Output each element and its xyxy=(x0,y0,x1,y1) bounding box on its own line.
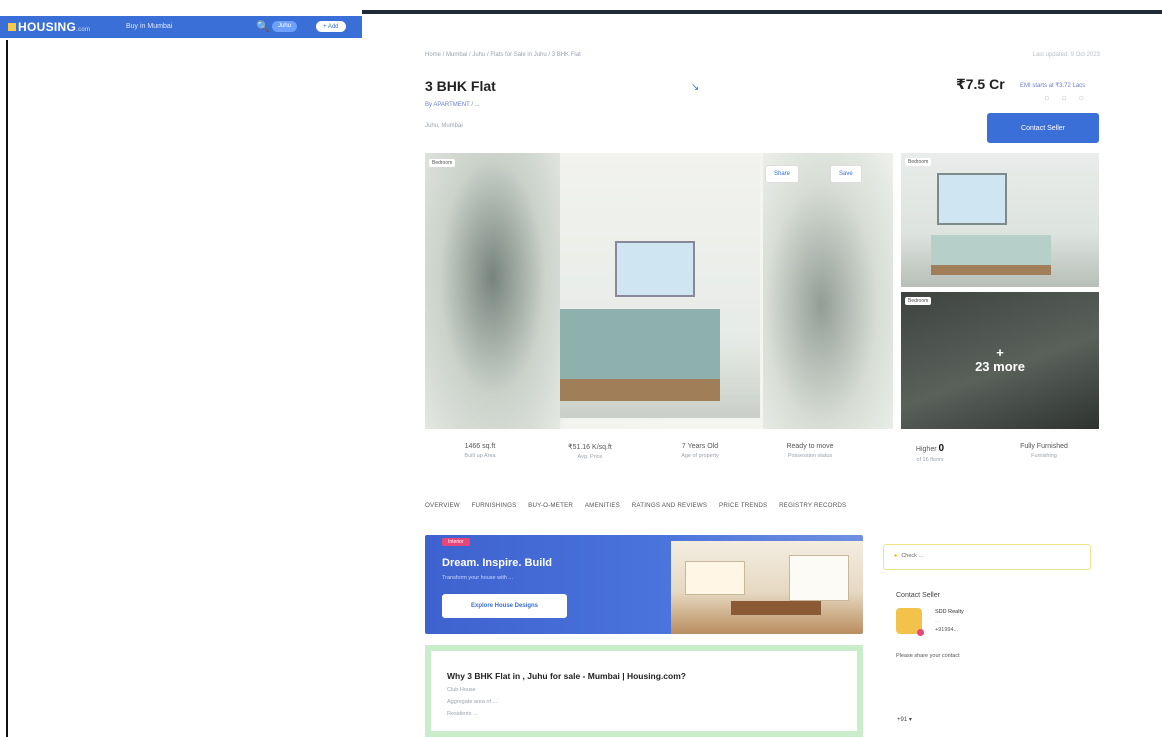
banner-image-window xyxy=(685,561,745,595)
city-selector[interactable]: Buy in Mumbai xyxy=(126,23,172,30)
more-count: 23 more xyxy=(975,359,1025,374)
tab-registry-records[interactable]: REGISTRY RECORDS xyxy=(779,502,846,509)
tab-overview[interactable]: OVERVIEW xyxy=(425,502,460,509)
search-icon[interactable]: 🔍 xyxy=(256,20,270,33)
add-location-chip[interactable]: + Add xyxy=(316,21,346,32)
seller-name: SDD Realty xyxy=(935,609,964,615)
listing-title: 3 BHK Flat xyxy=(425,78,496,94)
housing-logo[interactable]: HOUSING.com xyxy=(8,20,90,34)
blurred-photo-right xyxy=(763,153,893,429)
listing-byline[interactable]: By APARTMENT / ... xyxy=(425,102,480,108)
top-navbar: HOUSING.com Buy in Mumbai 🔍 Juhu + Add xyxy=(0,0,1162,40)
top-divider xyxy=(362,10,1162,14)
photo-tag: Bedroom xyxy=(429,159,456,167)
side-photo-top[interactable]: Bedroom xyxy=(901,153,1099,287)
room-bed xyxy=(931,235,1051,275)
stat-floor: Higher 0 of 16 floors xyxy=(915,443,945,463)
tab-amenities[interactable]: AMENITIES xyxy=(585,502,620,509)
stat-age: 7 Years Old Age of property xyxy=(681,443,719,459)
contact-prompt: Please share your contact xyxy=(896,653,960,659)
room-bed xyxy=(560,309,720,401)
seller-phone[interactable]: +91994... xyxy=(935,627,958,633)
gallery-save-button[interactable]: Save xyxy=(830,165,862,183)
listing-address: Juhu, Mumbai xyxy=(425,123,463,129)
why-section: Why 3 BHK Flat in , Juhu for sale - Mumb… xyxy=(425,645,863,737)
logo-mark-icon xyxy=(8,23,16,31)
listing-price: ₹7.5 Cr xyxy=(956,76,1005,92)
photo-tag: Bedroom xyxy=(905,297,932,305)
section-tabs: OVERVIEW FURNISHINGS BUY-O-METER AMENITI… xyxy=(425,502,1099,514)
info-dot-icon: ● xyxy=(894,553,898,559)
banner-badge: Interior xyxy=(442,538,470,546)
tab-price-trends[interactable]: PRICE TRENDS xyxy=(719,502,767,509)
more-photos-overlay[interactable]: + 23 more xyxy=(901,346,1099,374)
room-window xyxy=(937,173,1007,225)
main-photo[interactable]: Bedroom Share Save xyxy=(425,153,893,429)
breadcrumb[interactable]: Home / Mumbai / Juhu / Flats for Sale in… xyxy=(425,52,581,58)
banner-image xyxy=(671,541,863,634)
more-plus: + xyxy=(996,345,1004,360)
stat-furnishing: Fully Furnished Furnishing xyxy=(1020,443,1068,459)
last-updated: Last updated: 9 Oct 2023 xyxy=(1032,52,1100,58)
why-heading: Why 3 BHK Flat in , Juhu for sale - Mumb… xyxy=(447,671,686,681)
photo-tag: Bedroom xyxy=(905,158,932,166)
tab-ratings-reviews[interactable]: RATINGS AND REVIEWS xyxy=(632,502,708,509)
seller-avatar xyxy=(896,608,924,636)
blurred-photo-left xyxy=(425,153,560,429)
banner-image-table xyxy=(731,601,821,615)
share-icon[interactable]: ↘ xyxy=(691,82,699,93)
tab-buy-o-meter[interactable]: BUY-O-METER xyxy=(528,502,573,509)
stat-possession: Ready to move Possession status xyxy=(786,443,834,459)
why-item: Residents ... xyxy=(447,711,478,717)
tab-furnishings[interactable]: FURNISHINGS xyxy=(472,502,517,509)
action-icons[interactable]: □ □ □ xyxy=(1045,96,1089,102)
seller-subtitle: ... xyxy=(935,618,940,624)
side-photo-bottom[interactable]: Bedroom + 23 more xyxy=(901,292,1099,429)
why-item: Club House xyxy=(447,687,476,693)
banner-heading: Dream. Inspire. Build xyxy=(442,557,553,569)
banner-image-window xyxy=(789,555,849,601)
explore-house-designs-button[interactable]: Explore House Designs xyxy=(442,594,567,618)
promo-banner: Interior Dream. Inspire. Build Transform… xyxy=(425,535,863,634)
country-code-select[interactable]: +91 ▾ xyxy=(897,716,912,723)
banner-subtext: Transform your house with ... xyxy=(442,575,514,581)
emi-link[interactable]: EMI starts at ₹3.72 Lacs xyxy=(1020,82,1085,89)
left-edge-rule xyxy=(6,40,8,737)
contact-seller-title: Contact Seller xyxy=(896,592,940,599)
property-stats: 1466 sq.ft Built up Area ₹51.16 K/sq.ft … xyxy=(425,443,1099,473)
neighbourhood-note[interactable]: ● Check ... xyxy=(883,544,1091,570)
room-window xyxy=(615,241,695,297)
stat-area: 1466 sq.ft Built up Area xyxy=(464,443,496,459)
gallery-share-button[interactable]: Share xyxy=(765,165,800,183)
contact-seller-button[interactable]: Contact Seller xyxy=(987,113,1099,143)
photo-gallery[interactable]: Bedroom Share Save Bedroom Bedroom + 23 … xyxy=(425,153,1099,429)
why-item: Aggregate area of ... xyxy=(447,699,498,705)
stat-avg-price: ₹51.16 K/sq.ft Avg. Price xyxy=(568,444,612,460)
location-chip[interactable]: Juhu xyxy=(272,21,298,32)
